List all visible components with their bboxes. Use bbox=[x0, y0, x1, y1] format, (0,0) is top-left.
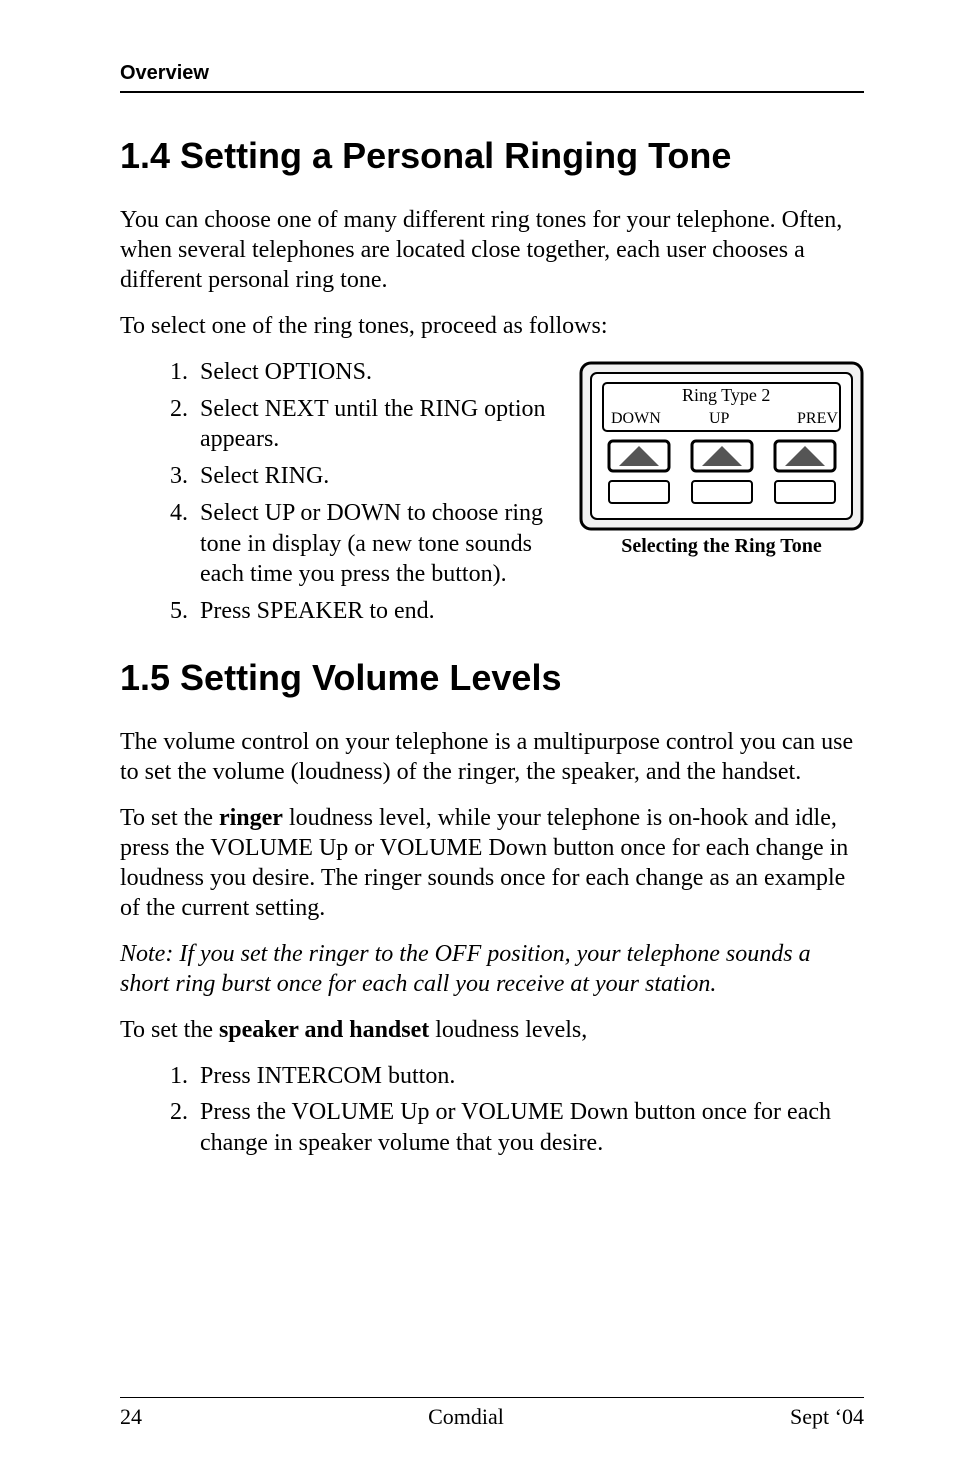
bold-speaker-handset: speaker and handset bbox=[219, 1017, 429, 1043]
step-1: Press INTERCOM button. bbox=[194, 1061, 864, 1092]
text: To set the bbox=[120, 805, 219, 831]
para-speaker-handset: To set the speaker and handset loudness … bbox=[120, 1015, 864, 1045]
footer-date: Sept ‘04 bbox=[790, 1404, 864, 1430]
running-header: Overview bbox=[120, 62, 864, 93]
step-3: Select RING. bbox=[194, 461, 559, 492]
note-ringer-off: Note: If you set the ringer to the OFF p… bbox=[120, 939, 864, 999]
figure-ring-tone: Ring Type 2 DOWN UP PREV bbox=[579, 361, 864, 558]
steps-and-figure-row: Select OPTIONS. Select NEXT until the RI… bbox=[120, 357, 864, 643]
softkey-button bbox=[775, 441, 835, 471]
text: To set the bbox=[120, 1017, 219, 1043]
para-ringer: To set the ringer loudness level, while … bbox=[120, 803, 864, 923]
softkey-right-label: PREV bbox=[797, 410, 838, 427]
blank-button bbox=[775, 481, 835, 503]
step-2: Press the VOLUME Up or VOLUME Down butto… bbox=[194, 1097, 864, 1158]
text: loudness levels, bbox=[429, 1017, 587, 1043]
bold-ringer: ringer bbox=[219, 805, 283, 831]
page: Overview 1.4 Setting a Personal Ringing … bbox=[0, 0, 954, 1475]
steps-1-5: Press INTERCOM button. Press the VOLUME … bbox=[120, 1061, 864, 1159]
blank-button bbox=[609, 481, 669, 503]
heading-1-5: 1.5 Setting Volume Levels bbox=[120, 657, 864, 699]
para-1-5-intro: The volume control on your telephone is … bbox=[120, 727, 864, 787]
step-1: Select OPTIONS. bbox=[194, 357, 559, 388]
step-4: Select UP or DOWN to choose ring tone in… bbox=[194, 498, 559, 590]
steps-1-4: Select OPTIONS. Select NEXT until the RI… bbox=[120, 357, 559, 627]
blank-button bbox=[692, 481, 752, 503]
para-1-4-lead: To select one of the ring tones, proceed… bbox=[120, 311, 864, 341]
softkey-button bbox=[609, 441, 669, 471]
footer-center: Comdial bbox=[428, 1404, 504, 1430]
footer-page-number: 24 bbox=[120, 1404, 142, 1430]
lcd-line1: Ring Type 2 bbox=[682, 385, 770, 405]
lcd-panel-svg: Ring Type 2 DOWN UP PREV bbox=[579, 361, 864, 531]
softkey-left-label: DOWN bbox=[611, 410, 661, 427]
page-footer: 24 Comdial Sept ‘04 bbox=[120, 1397, 864, 1430]
figure-caption: Selecting the Ring Tone bbox=[579, 535, 864, 558]
heading-1-4: 1.4 Setting a Personal Ringing Tone bbox=[120, 135, 864, 177]
para-1-4-intro: You can choose one of many different rin… bbox=[120, 205, 864, 295]
softkey-mid-label: UP bbox=[709, 410, 730, 427]
softkey-button bbox=[692, 441, 752, 471]
step-5: Press SPEAKER to end. bbox=[194, 596, 559, 627]
step-2: Select NEXT until the RING option appear… bbox=[194, 394, 559, 455]
